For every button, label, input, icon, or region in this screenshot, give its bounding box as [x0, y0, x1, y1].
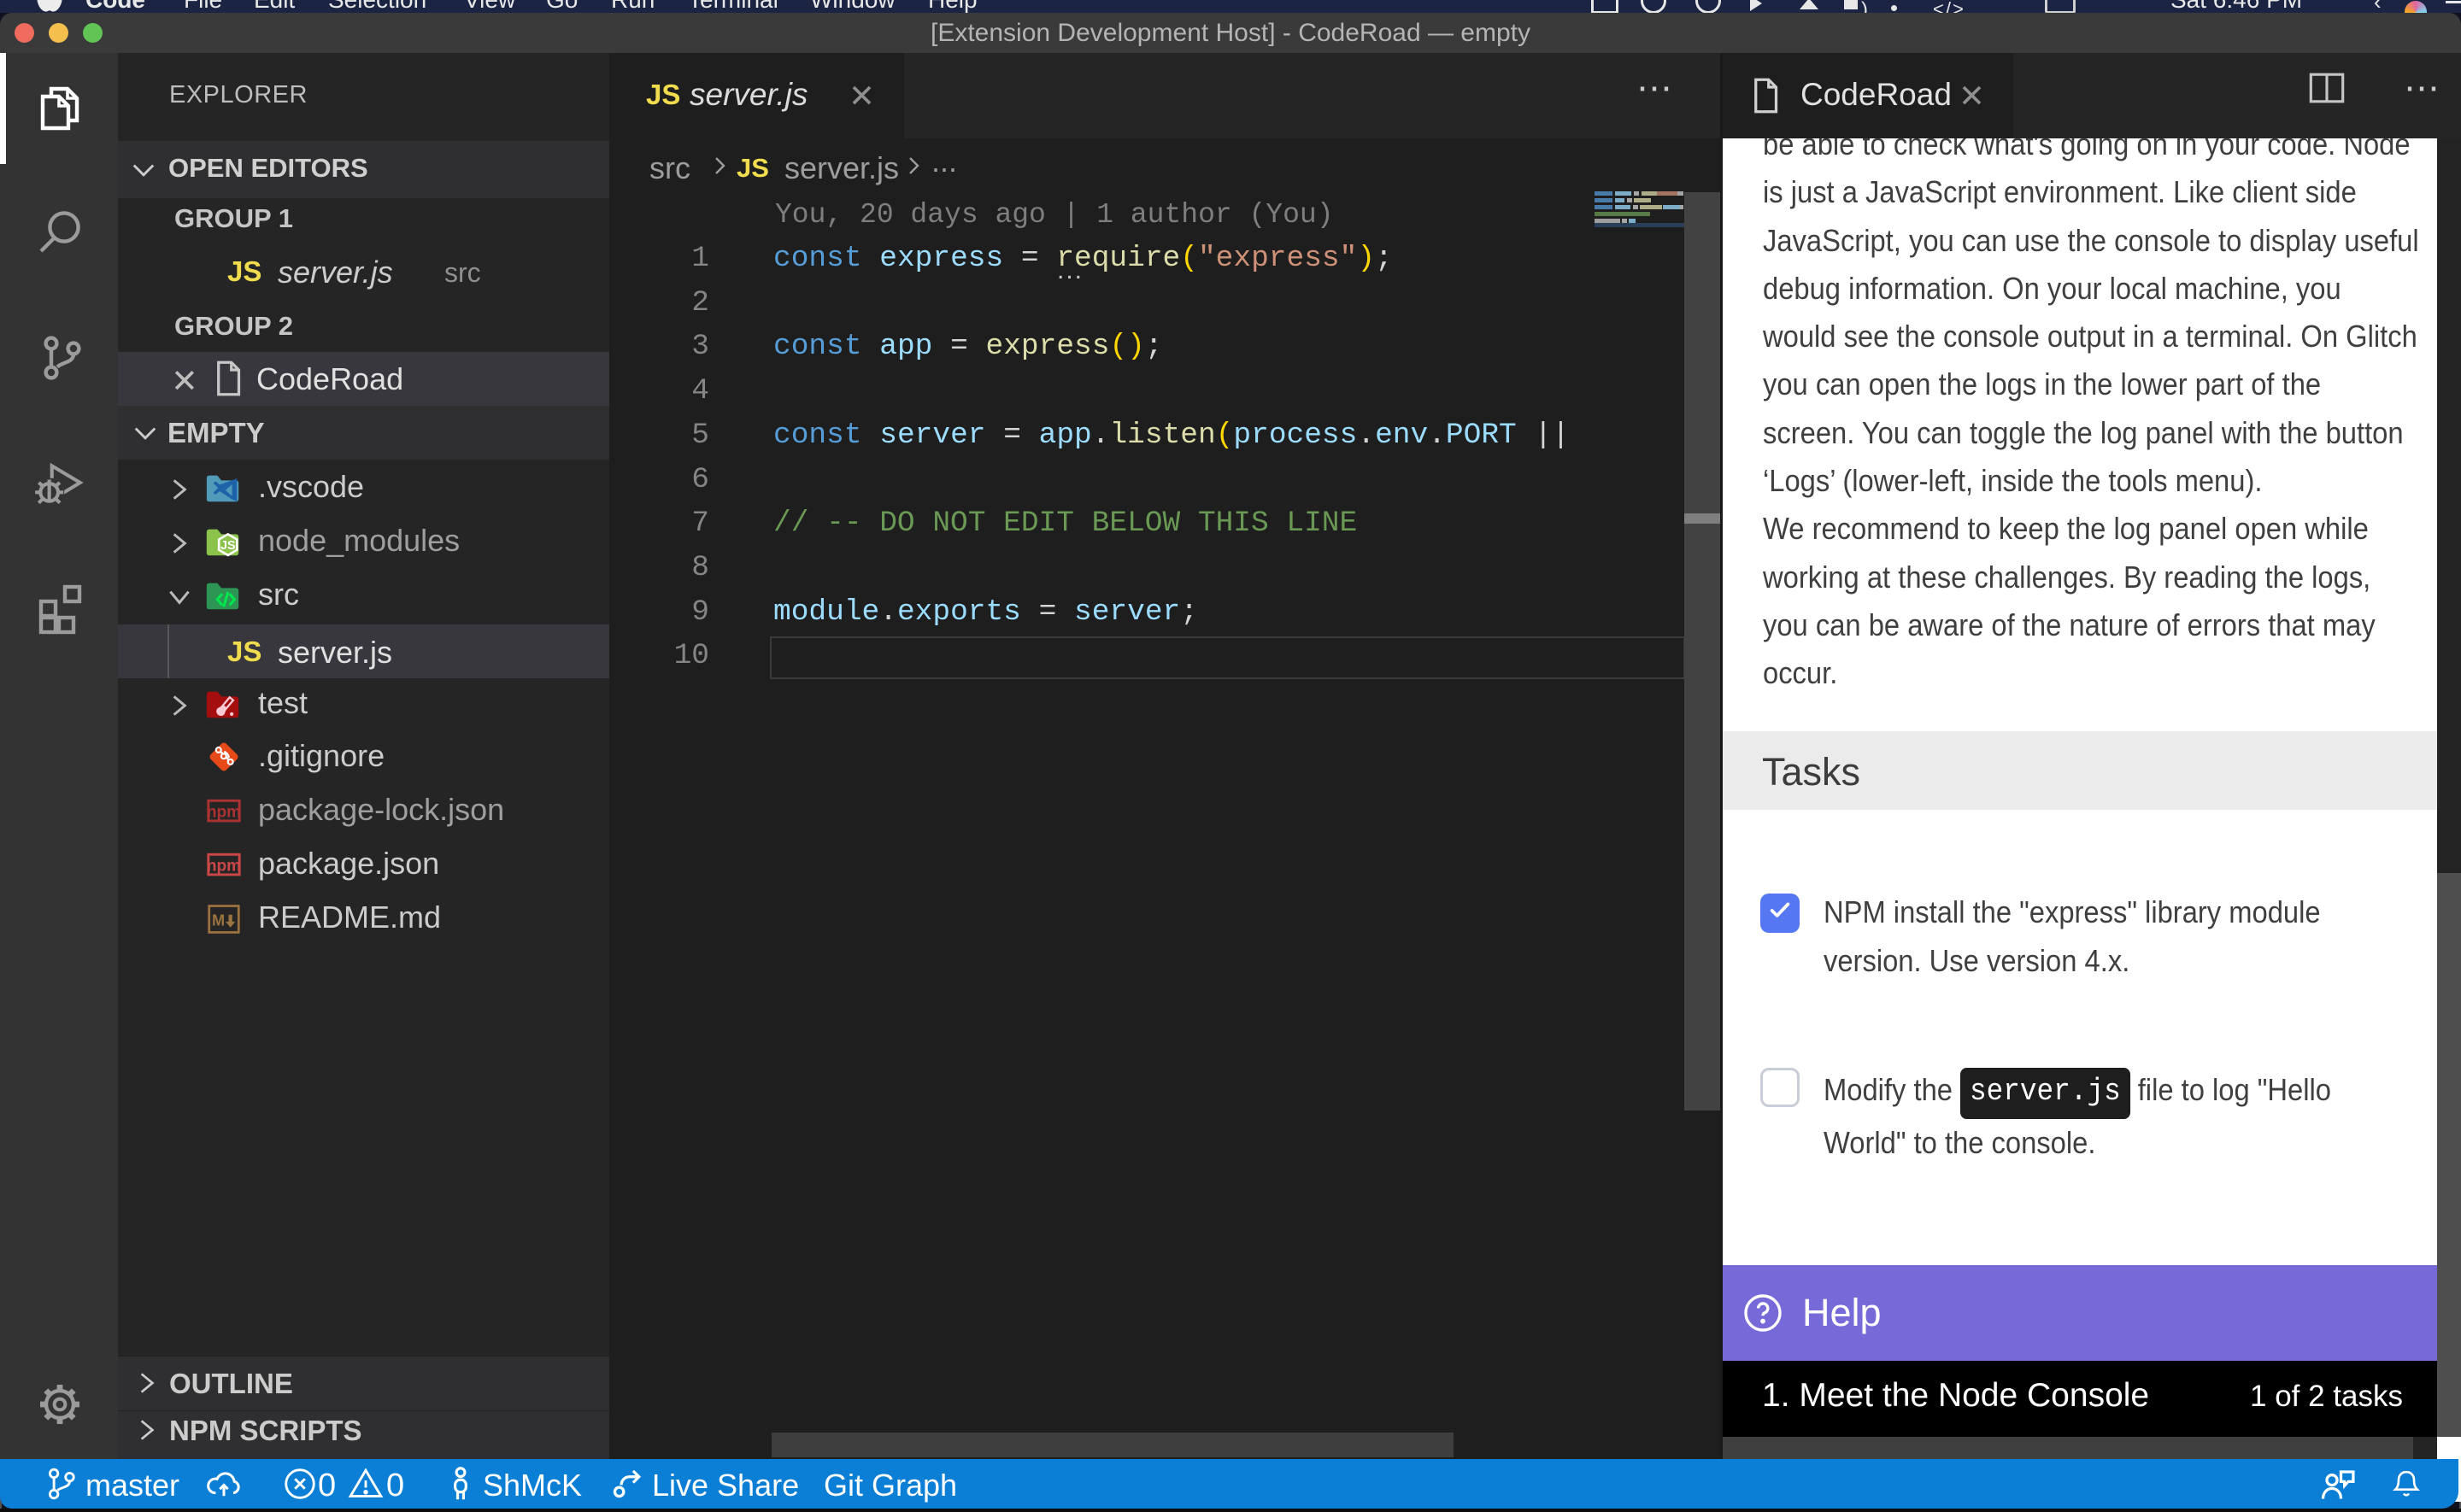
svg-text:JS: JS: [220, 539, 236, 553]
svg-text:npm: npm: [207, 858, 241, 876]
svg-text:npm: npm: [207, 804, 241, 822]
svg-text:M: M: [212, 911, 225, 929]
